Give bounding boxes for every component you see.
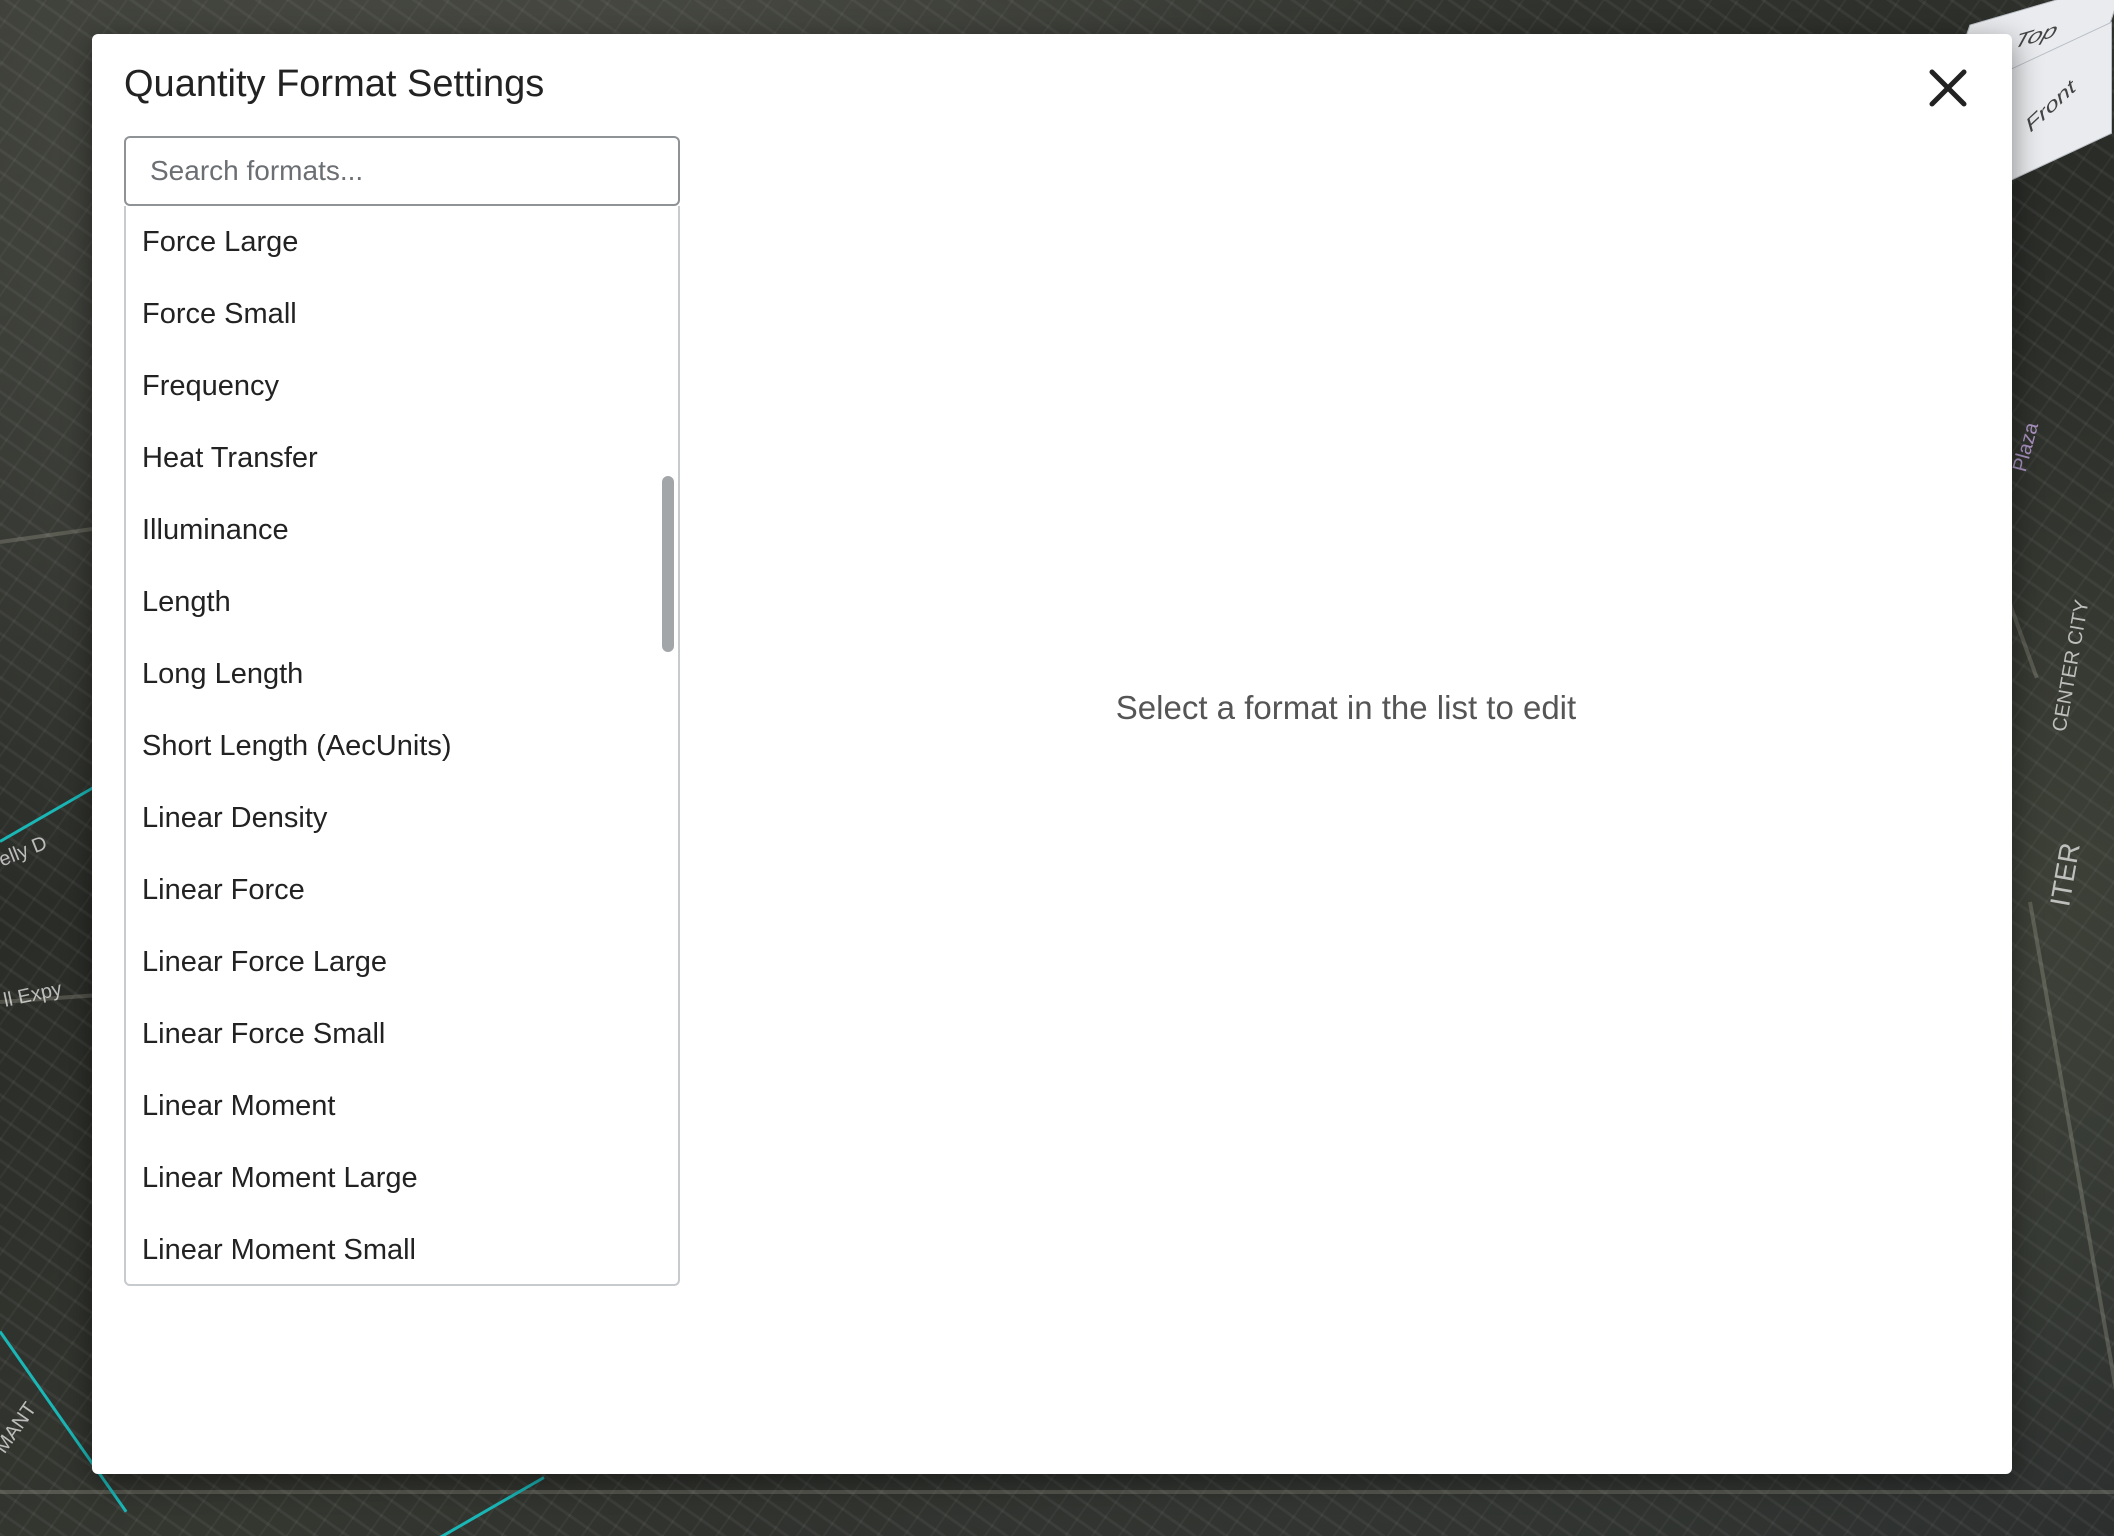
- format-list[interactable]: Force Large Force Small Frequency Heat T…: [124, 206, 680, 1286]
- format-item-linear-force-small[interactable]: Linear Force Small: [126, 998, 678, 1070]
- format-item-force-small[interactable]: Force Small: [126, 278, 678, 350]
- empty-selection-message: Select a format in the list to edit: [1115, 689, 1577, 726]
- format-item-linear-moment[interactable]: Linear Moment: [126, 1070, 678, 1142]
- format-list-scrollbar[interactable]: [662, 476, 674, 652]
- format-item-linear-density[interactable]: Linear Density: [126, 782, 678, 854]
- dialog-title: Quantity Format Settings: [124, 63, 545, 105]
- format-item-linear-moment-large[interactable]: Linear Moment Large: [126, 1142, 678, 1214]
- search-formats-input[interactable]: [124, 136, 680, 206]
- quantity-format-dialog: Quantity Format Settings Force Large For…: [92, 34, 2012, 1474]
- format-item-linear-moment-small[interactable]: Linear Moment Small: [126, 1214, 678, 1284]
- format-item-illuminance[interactable]: Illuminance: [126, 494, 678, 566]
- format-item-linear-force-large[interactable]: Linear Force Large: [126, 926, 678, 998]
- close-button[interactable]: [1924, 64, 1972, 112]
- format-item-long-length[interactable]: Long Length: [126, 638, 678, 710]
- map-background[interactable]: ll Expy elly D MANT ITER CENTER CITY Pla…: [0, 0, 2114, 1536]
- format-item-short-length-aecunits[interactable]: Short Length (AecUnits): [126, 710, 678, 782]
- view-cube-front-label: Front: [2022, 75, 2080, 137]
- close-icon: [1929, 69, 1967, 107]
- format-item-linear-force[interactable]: Linear Force: [126, 854, 678, 926]
- format-list-items: Force Large Force Small Frequency Heat T…: [126, 206, 678, 1284]
- format-item-heat-transfer[interactable]: Heat Transfer: [126, 422, 678, 494]
- format-item-force-large[interactable]: Force Large: [126, 206, 678, 278]
- format-item-length[interactable]: Length: [126, 566, 678, 638]
- format-item-frequency[interactable]: Frequency: [126, 350, 678, 422]
